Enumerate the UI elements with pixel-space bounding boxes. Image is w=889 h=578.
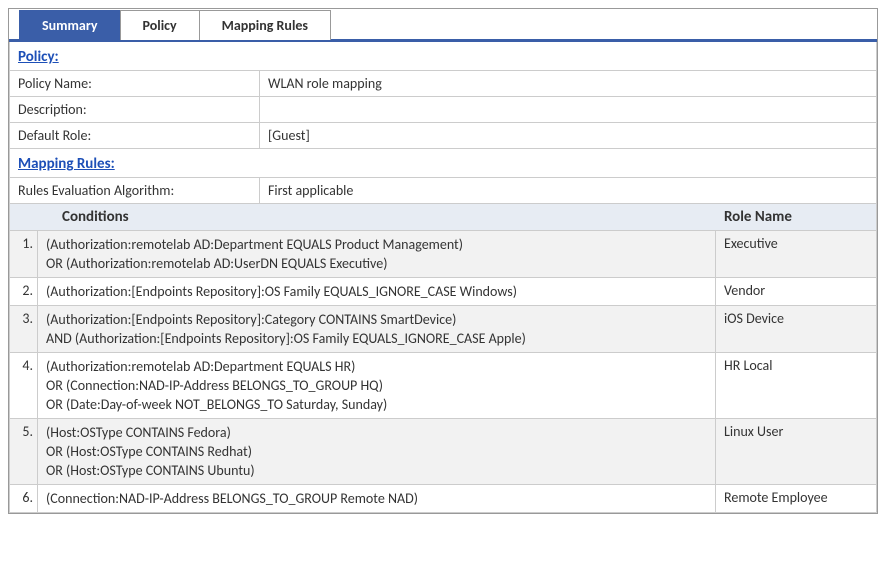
tab-mapping-rules[interactable]: Mapping Rules [199,10,331,40]
rule-row: 4. (Authorization:remotelab AD:Department… [9,353,877,419]
table-row: Default Role: [Guest] [10,123,877,149]
description-value [260,97,877,123]
rules-header-row: Conditions Role Name [9,204,877,231]
rule-conditions: (Authorization:[Endpoints Repository]:Ca… [38,306,716,352]
rule-number: 6. [10,485,38,512]
rules-header-conditions: Conditions [38,204,716,230]
rule-conditions: (Connection:NAD-IP-Address BELONGS_TO_GR… [38,485,716,512]
rule-row: 5.(Host:OSType CONTAINS Fedora)OR (Host:… [9,419,877,485]
tab-bar: Summary Policy Mapping Rules [9,9,877,42]
rule-number: 2. [10,278,38,305]
rule-row: 3. (Authorization:[Endpoints Repository]:… [9,306,877,353]
rules-header-role: Role Name [716,204,876,230]
rule-role-name: iOS Device [716,306,876,352]
rule-number: 5. [10,419,38,484]
rule-conditions: (Host:OSType CONTAINS Fedora)OR (Host:OS… [38,419,716,484]
rule-role-name: Executive [716,231,876,277]
rule-role-name: HR Local [716,353,876,418]
mapping-rules-section-header: Mapping Rules: [9,149,877,178]
default-role-label: Default Role: [10,123,260,149]
description-label: Description: [10,97,260,123]
rule-number: 3. [10,306,38,352]
rule-row: 1. (Authorization:remotelab AD:Department… [9,231,877,278]
default-role-value: [Guest] [260,123,877,149]
mapping-algo-table: Rules Evaluation Algorithm: First applic… [9,178,877,204]
rule-condition-line: (Authorization:[Endpoints Repository]:Ca… [46,310,707,329]
rule-role-name: Vendor [716,278,876,305]
rule-condition-line: OR (Host:OSType CONTAINS Ubuntu) [46,461,707,480]
tab-policy[interactable]: Policy [120,10,200,40]
rule-condition-line: (Host:OSType CONTAINS Fedora) [46,423,707,442]
rules-header-spacer [10,204,38,230]
rule-condition-line: (Authorization:[Endpoints Repository]:OS… [46,282,707,301]
rule-condition-line: OR (Connection:NAD-IP-Address BELONGS_TO… [46,376,707,395]
summary-panel: Summary Policy Mapping Rules Policy: Pol… [8,8,878,514]
policy-section-header: Policy: [9,42,877,71]
rule-condition-line: (Connection:NAD-IP-Address BELONGS_TO_GR… [46,489,707,508]
rule-number: 4. [10,353,38,418]
table-row: Rules Evaluation Algorithm: First applic… [10,178,877,204]
rules-algo-value: First applicable [260,178,877,204]
rules-algo-label: Rules Evaluation Algorithm: [10,178,260,204]
rule-role-name: Linux User [716,419,876,484]
policy-name-label: Policy Name: [10,71,260,97]
policy-name-value: WLAN role mapping [260,71,877,97]
table-row: Policy Name: WLAN role mapping [10,71,877,97]
rule-conditions: (Authorization:remotelab AD:Department E… [38,231,716,277]
policy-details-table: Policy Name: WLAN role mapping Descripti… [9,71,877,149]
rules-body: 1. (Authorization:remotelab AD:Department… [9,231,877,513]
tab-summary[interactable]: Summary [19,10,121,40]
rule-condition-line: AND (Authorization:[Endpoints Repository… [46,329,707,348]
rule-conditions: (Authorization:[Endpoints Repository]:OS… [38,278,716,305]
rule-number: 1. [10,231,38,277]
rule-condition-line: OR (Date:Day-of-week NOT_BELONGS_TO Satu… [46,395,707,414]
rule-condition-line: OR (Host:OSType CONTAINS Redhat) [46,442,707,461]
rule-role-name: Remote Employee [716,485,876,512]
rule-condition-line: (Authorization:remotelab AD:Department E… [46,235,707,254]
rule-condition-line: (Authorization:remotelab AD:Department E… [46,357,707,376]
rule-conditions: (Authorization:remotelab AD:Department E… [38,353,716,418]
rule-row: 2. (Authorization:[Endpoints Repository]:… [9,278,877,306]
rule-row: 6. (Connection:NAD-IP-Address BELONGS_TO_… [9,485,877,513]
rule-condition-line: OR (Authorization:remotelab AD:UserDN EQ… [46,254,707,273]
table-row: Description: [10,97,877,123]
